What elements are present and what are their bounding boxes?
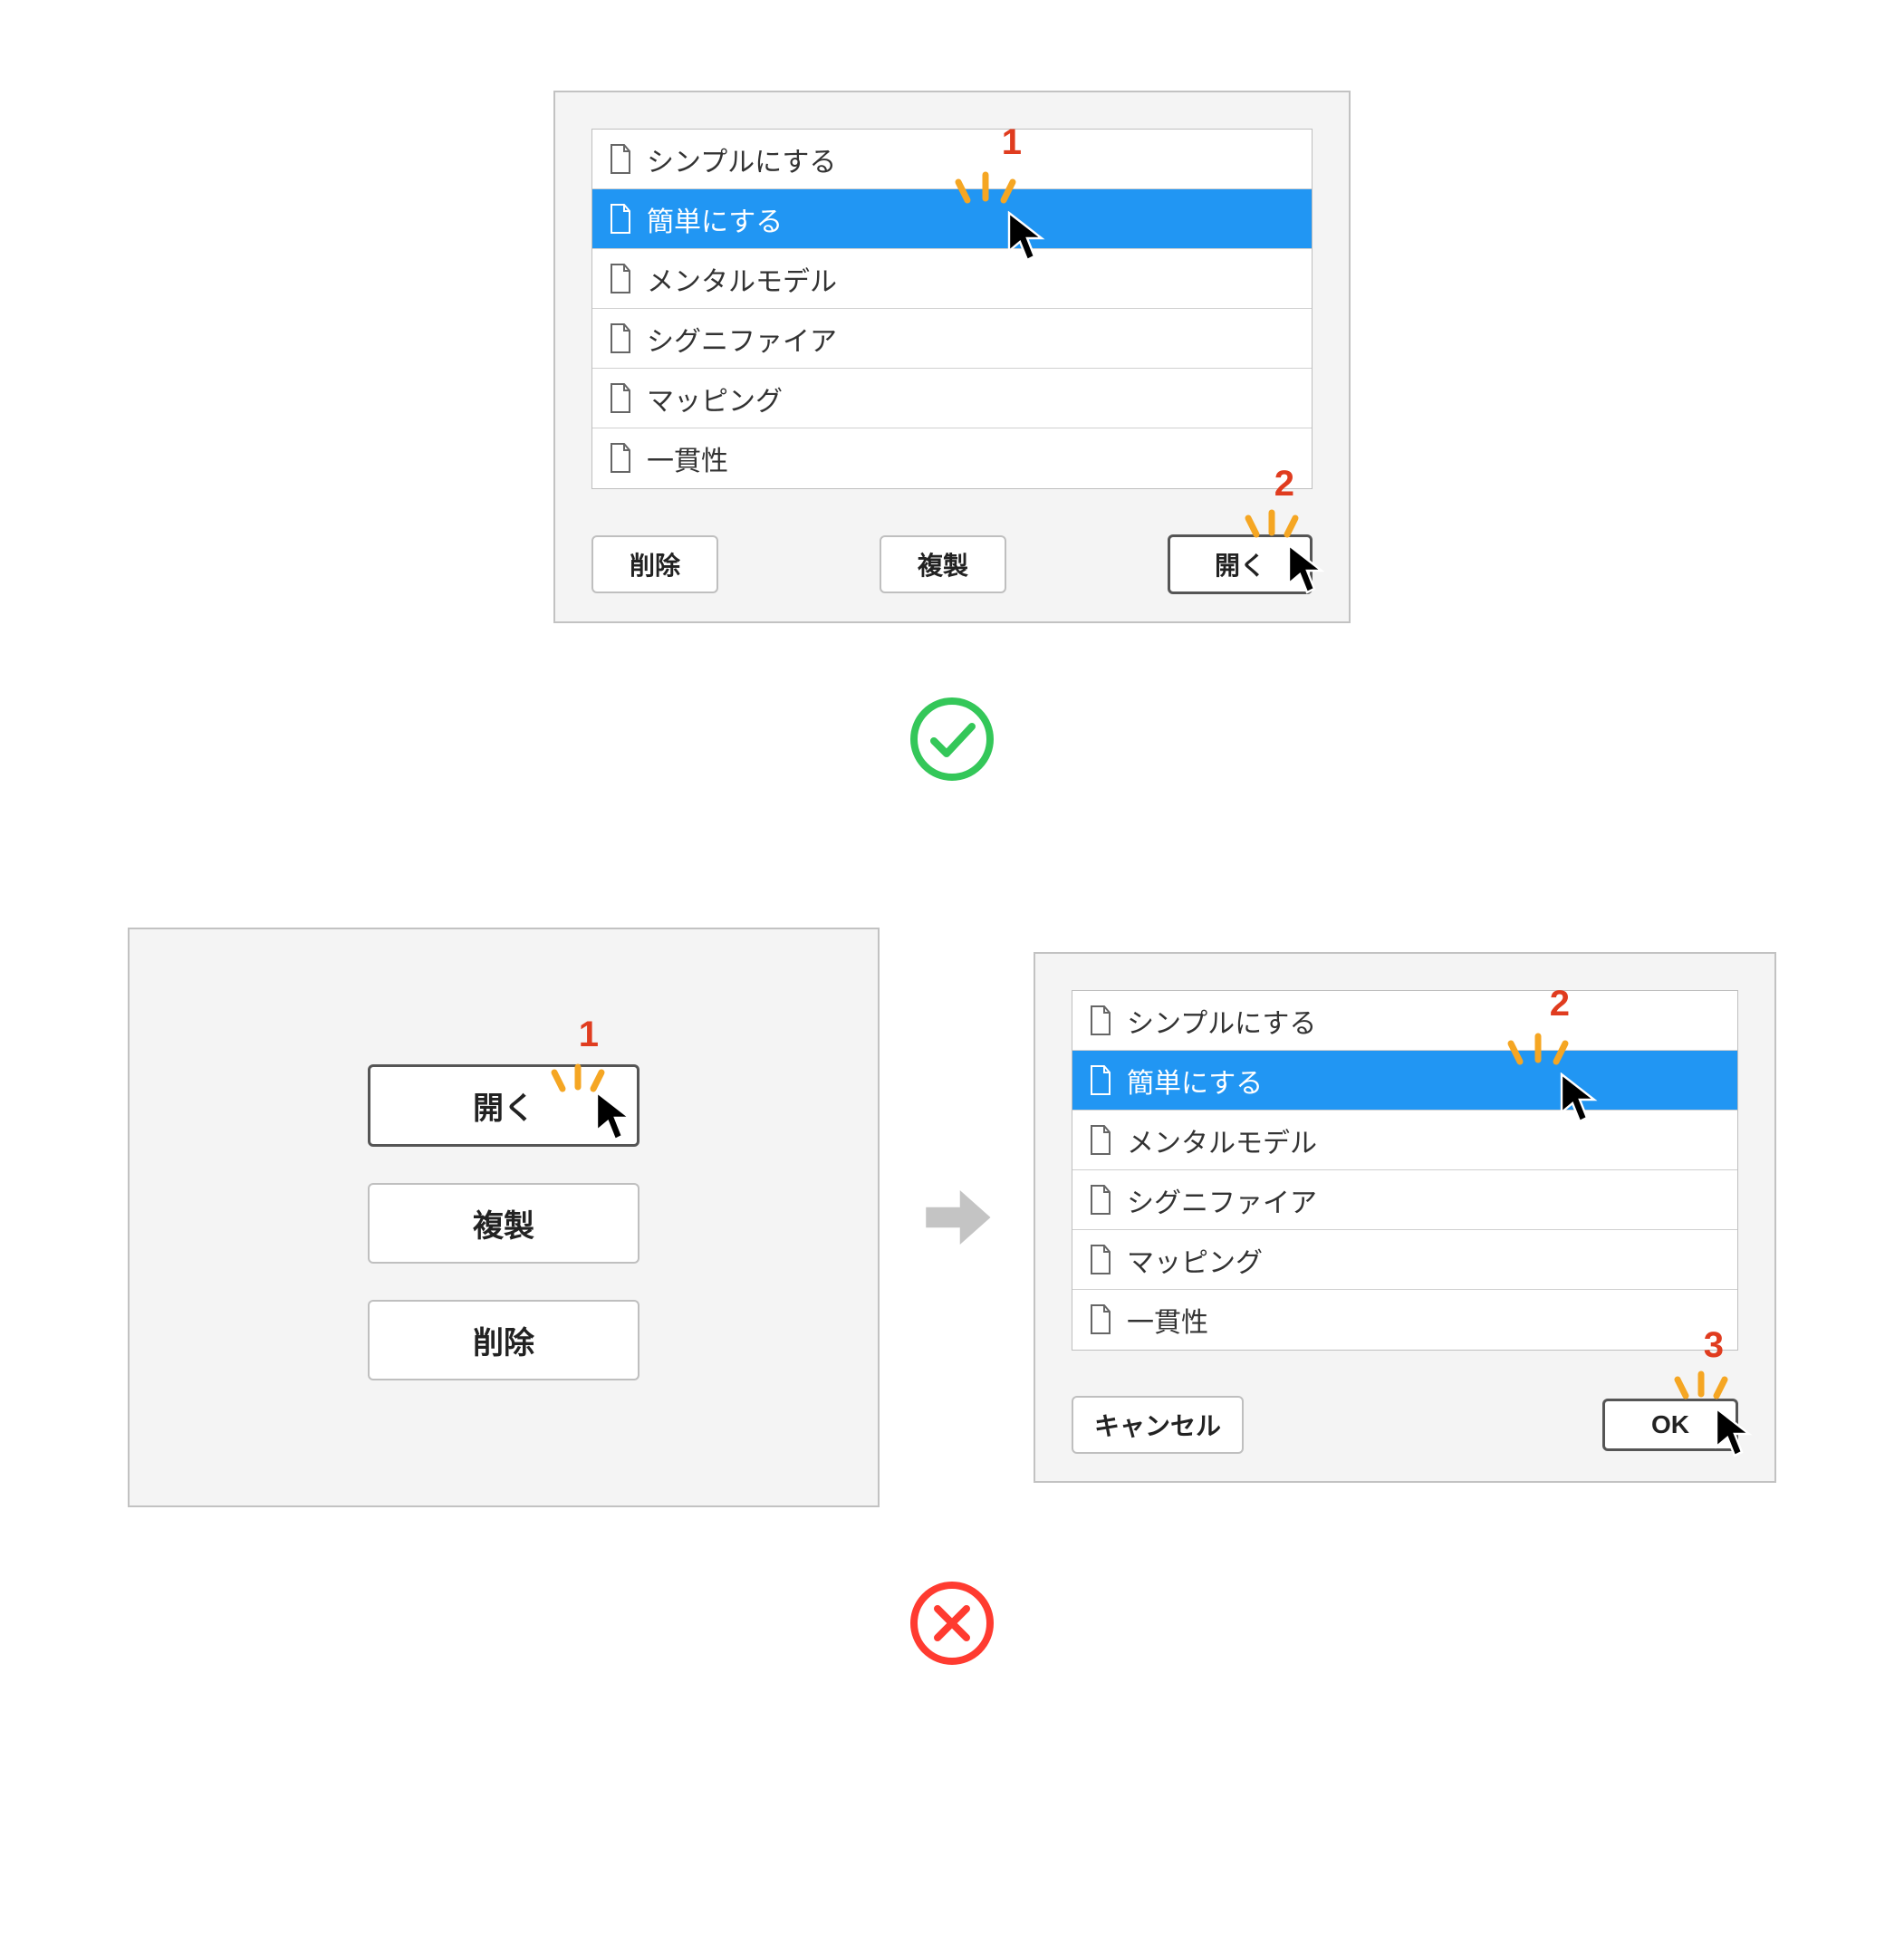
list-item[interactable]: メンタルモデル: [592, 249, 1312, 309]
list-item-label: メンタルモデル: [1127, 1120, 1317, 1160]
document-icon: [1089, 1185, 1112, 1216]
duplicate-button[interactable]: 複製: [880, 535, 1006, 593]
click-burst-icon: [1502, 1027, 1574, 1076]
list-item-label: シンプルにする: [647, 139, 836, 179]
list-item-label: シグニファイア: [647, 319, 837, 359]
cursor-icon: [593, 1091, 637, 1145]
document-icon: [1089, 1245, 1112, 1275]
click-burst-icon: [949, 166, 1022, 215]
bad-example: 開く 1 複製 削除 シンプルにする 簡単にする: [72, 928, 1832, 1507]
button-label: 開く: [473, 1092, 534, 1126]
document-icon: [609, 443, 632, 474]
document-icon: [609, 383, 632, 414]
button-row: キャンセル OK 3: [1072, 1396, 1738, 1454]
list-item-label: メンタルモデル: [647, 259, 837, 299]
button-row: 削除 複製 開く 2: [591, 534, 1313, 594]
bad-status: [72, 1553, 1832, 1667]
document-icon: [1089, 1125, 1112, 1156]
list-item-label: 一貫性: [1127, 1300, 1208, 1340]
list-item-label: マッピング: [1127, 1240, 1263, 1280]
step-number: 2: [1550, 984, 1570, 1024]
vertical-button-stack: 開く 1 複製 削除: [368, 1064, 639, 1380]
list-item-label: 一貫性: [647, 438, 728, 478]
list-item[interactable]: 簡単にする 2: [1072, 1051, 1737, 1111]
duplicate-button[interactable]: 複製: [368, 1183, 639, 1264]
file-listbox[interactable]: シンプルにする 簡単にする 1 メンタルモデル シグニファイア: [591, 129, 1313, 489]
list-item[interactable]: シグニファイア: [592, 309, 1312, 369]
cancel-button[interactable]: キャンセル: [1072, 1396, 1244, 1454]
open-button[interactable]: 開く 1: [368, 1064, 639, 1147]
list-item[interactable]: シンプルにする: [1072, 991, 1737, 1051]
list-item[interactable]: マッピング: [592, 369, 1312, 428]
list-item[interactable]: 一貫性: [592, 428, 1312, 488]
click-burst-icon: [1669, 1365, 1733, 1409]
document-icon: [1089, 1304, 1112, 1335]
click-burst-icon: [1240, 504, 1303, 547]
list-item-label: 簡単にする: [647, 199, 783, 239]
delete-button[interactable]: 削除: [368, 1300, 639, 1380]
good-panel: シンプルにする 簡単にする 1 メンタルモデル シグニファイア: [553, 91, 1351, 623]
list-item-label: 簡単にする: [1127, 1061, 1263, 1101]
list-item[interactable]: シグニファイア: [1072, 1170, 1737, 1230]
cursor-icon: [1285, 543, 1329, 598]
list-item-label: マッピング: [647, 379, 783, 418]
arrow-right-icon: [916, 1177, 997, 1258]
cursor-icon: [1713, 1407, 1756, 1461]
bad-right-panel: シンプルにする 簡単にする 2 メンタルモデル シグニファイア: [1034, 952, 1776, 1483]
file-listbox[interactable]: シンプルにする 簡単にする 2 メンタルモデル シグニファイア: [1072, 990, 1738, 1351]
list-item-label: シンプルにする: [1127, 1001, 1316, 1041]
document-icon: [1089, 1005, 1112, 1036]
step-number: 1: [579, 1015, 599, 1055]
delete-button[interactable]: 削除: [591, 535, 718, 593]
cross-icon: [909, 1580, 995, 1667]
document-icon: [609, 264, 632, 294]
bad-left-panel: 開く 1 複製 削除: [128, 928, 880, 1507]
list-item[interactable]: 簡単にする 1: [592, 189, 1312, 249]
good-example: シンプルにする 簡単にする 1 メンタルモデル シグニファイア: [72, 91, 1832, 783]
document-icon: [609, 144, 632, 175]
list-item[interactable]: 一貫性: [1072, 1290, 1737, 1350]
list-item[interactable]: マッピング: [1072, 1230, 1737, 1290]
document-icon: [1089, 1065, 1112, 1096]
list-item-label: シグニファイア: [1127, 1180, 1317, 1220]
step-number: 1: [1002, 122, 1022, 163]
step-number: 2: [1274, 464, 1294, 505]
check-icon: [909, 696, 995, 783]
list-item[interactable]: メンタルモデル: [1072, 1111, 1737, 1170]
document-icon: [609, 204, 632, 235]
document-icon: [609, 323, 632, 354]
step-number: 3: [1704, 1325, 1724, 1366]
